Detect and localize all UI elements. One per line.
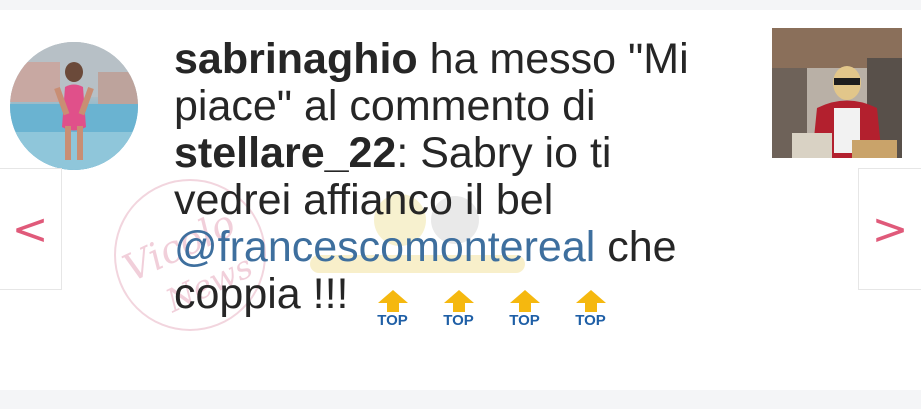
- top-label: TOP: [509, 312, 540, 329]
- arrow-up-icon: [575, 290, 606, 312]
- chevron-right-icon: >: [871, 203, 909, 255]
- commenter-username[interactable]: stellare_22: [174, 129, 396, 177]
- chevron-left-icon: <: [11, 203, 49, 255]
- actor-username[interactable]: sabrinaghio: [174, 35, 418, 83]
- arrow-up-icon: [509, 290, 540, 312]
- top-badge: TOP: [569, 290, 613, 329]
- top-badge: TOP: [371, 290, 415, 329]
- top-badges: TOP TOP TOP TOP: [371, 290, 613, 329]
- top-badge: TOP: [503, 290, 547, 329]
- previous-button[interactable]: <: [0, 168, 62, 290]
- top-label: TOP: [443, 312, 474, 329]
- user-avatar[interactable]: [10, 42, 138, 170]
- top-label: TOP: [575, 312, 606, 329]
- notification-message: sabrinaghio ha messo "Mi piace" al comme…: [174, 36, 734, 329]
- top-badge: TOP: [437, 290, 481, 329]
- mention-link[interactable]: @francescomontereal: [174, 223, 595, 271]
- arrow-up-icon: [377, 290, 408, 312]
- avatar-photo: [10, 42, 138, 170]
- next-button[interactable]: >: [858, 168, 921, 290]
- top-label: TOP: [377, 312, 408, 329]
- arrow-up-icon: [443, 290, 474, 312]
- thumbnail-photo: [772, 28, 902, 158]
- post-thumbnail[interactable]: [772, 28, 902, 158]
